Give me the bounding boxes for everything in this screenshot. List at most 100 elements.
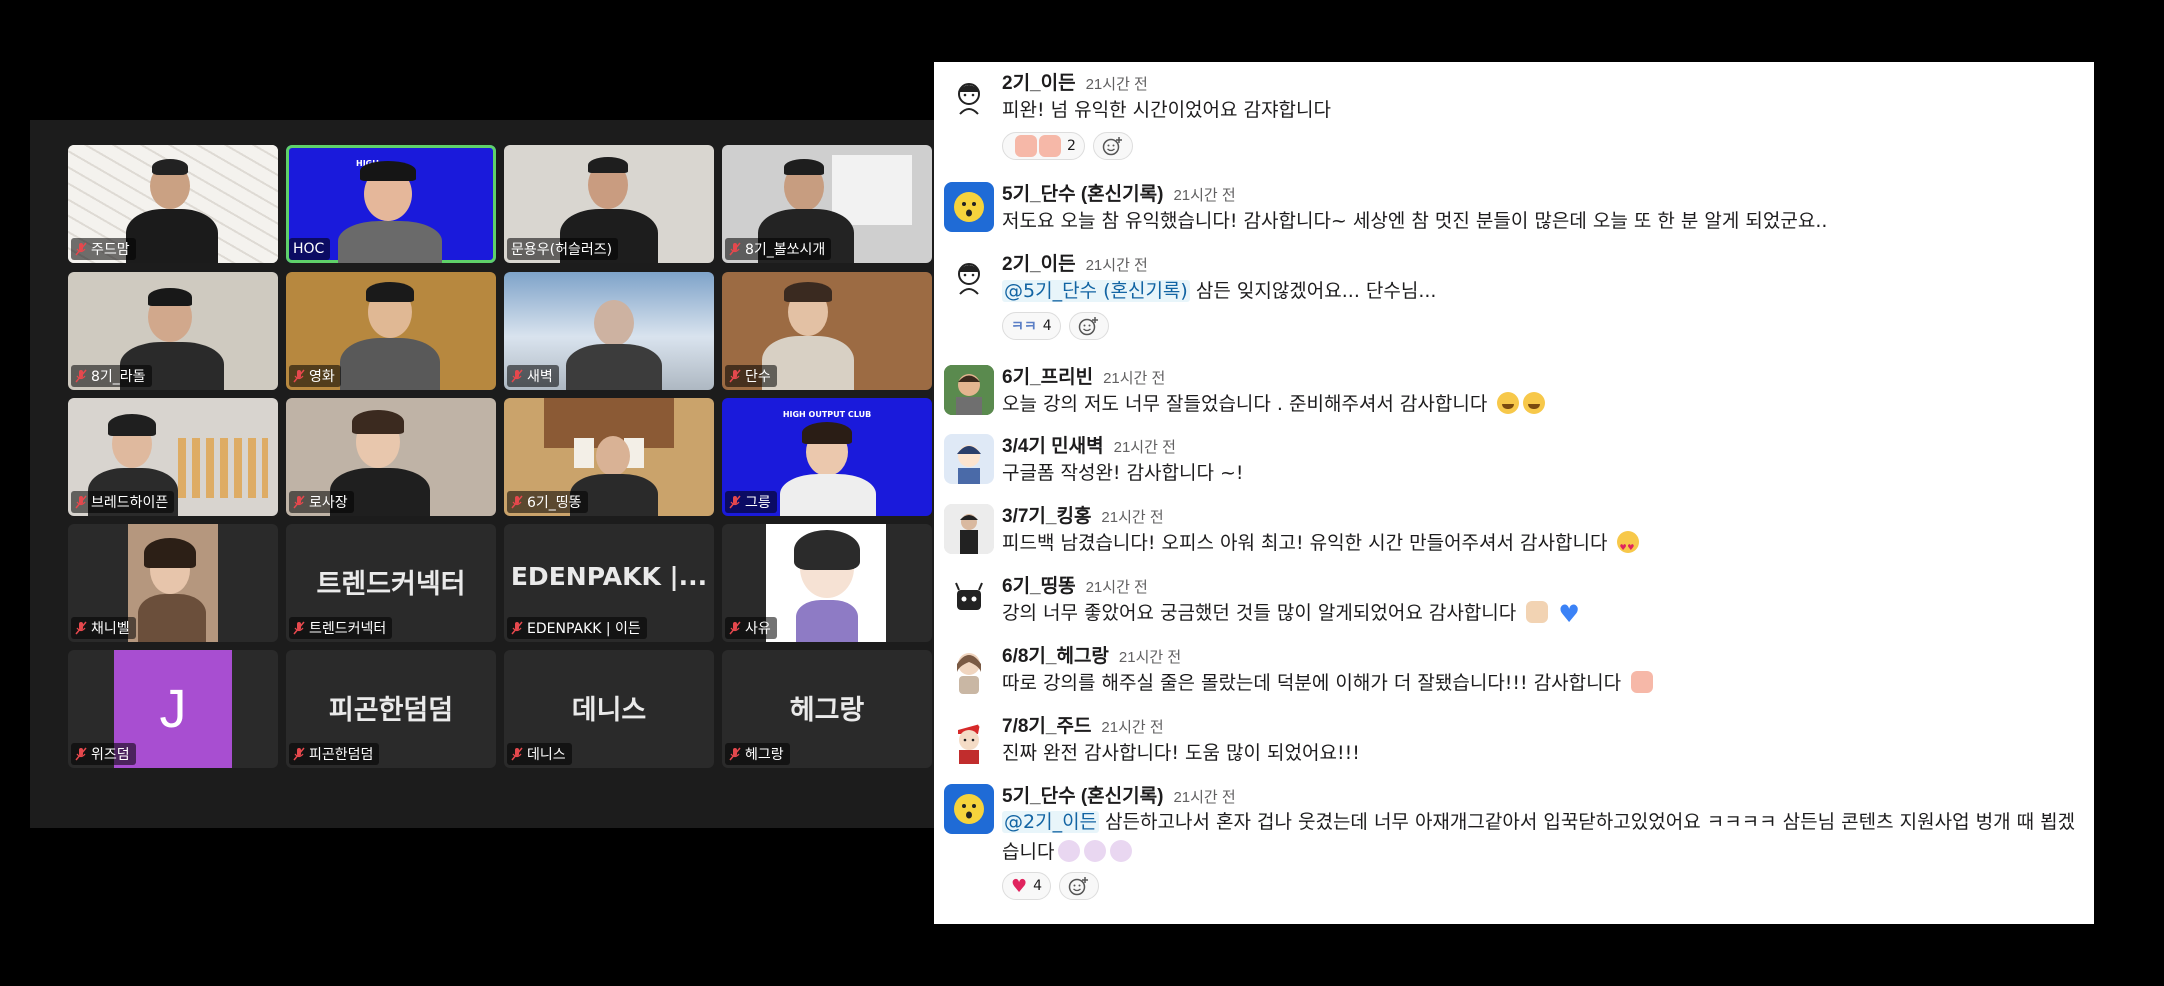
participant-name: 사유 bbox=[745, 621, 771, 637]
message-author[interactable]: 5기_단수 (혼신기록) bbox=[1002, 781, 1163, 808]
message-timestamp[interactable]: 21시간 전 bbox=[1173, 786, 1235, 807]
add-reaction-button[interactable] bbox=[1068, 312, 1109, 340]
add-reaction-button[interactable] bbox=[1092, 132, 1133, 160]
message-author[interactable]: 2기_이든 bbox=[1002, 249, 1076, 276]
message-author[interactable]: 2기_이든 bbox=[1002, 68, 1076, 95]
mic-muted-icon bbox=[75, 242, 87, 256]
message-timestamp[interactable]: 21시간 전 bbox=[1114, 436, 1176, 457]
message-author[interactable]: 6/8기_헤그랑 bbox=[1002, 641, 1109, 668]
participant-nameplate: 로사장 bbox=[289, 491, 354, 513]
user-avatar[interactable] bbox=[944, 72, 994, 122]
message-timestamp[interactable]: 21시간 전 bbox=[1173, 184, 1235, 205]
message-author[interactable]: 3/4기 민새벽 bbox=[1002, 431, 1104, 458]
woman-emoji-icon bbox=[1110, 840, 1133, 862]
video-tile[interactable]: 새벽 bbox=[504, 272, 714, 390]
user-avatar[interactable] bbox=[944, 434, 994, 484]
participant-nameplate: 영화 bbox=[289, 365, 341, 387]
add-reaction-button[interactable] bbox=[1059, 872, 1100, 900]
heart-eyes-emoji-icon bbox=[1617, 531, 1640, 563]
video-tile[interactable]: 브레드하이픈 bbox=[68, 398, 278, 516]
video-tile[interactable]: 영화 bbox=[286, 272, 496, 390]
message-author[interactable]: 5기_단수 (혼신기록) bbox=[1002, 179, 1163, 206]
participant-name: 위즈덤 bbox=[91, 747, 130, 763]
video-tile[interactable]: 단수 bbox=[722, 272, 932, 390]
participant-nameplate: 피곤한덤덤 bbox=[289, 743, 380, 765]
banner-text: HIGH OUTPUT CLUB bbox=[782, 410, 872, 419]
message-text: 저도요 오늘 참 유익했습니다! 감사합니다~ 세상엔 참 멋진 분들이 많은데… bbox=[1002, 210, 1828, 232]
user-avatar[interactable] bbox=[944, 784, 994, 834]
message-timestamp[interactable]: 21시간 전 bbox=[1101, 716, 1163, 737]
user-mention[interactable]: @2기_이든 bbox=[1002, 811, 1100, 833]
mic-muted-icon bbox=[511, 495, 523, 509]
video-tile[interactable]: 채니벨 bbox=[68, 524, 278, 642]
video-tile[interactable]: 문용우(허슬러즈) bbox=[504, 145, 714, 263]
mic-muted-icon bbox=[75, 621, 87, 635]
user-avatar[interactable] bbox=[944, 365, 994, 415]
mic-muted-icon bbox=[75, 369, 87, 383]
user-avatar[interactable] bbox=[944, 252, 994, 302]
participant-name: 그릉 bbox=[745, 495, 771, 511]
message-text: 구글폼 작성완! 감사합니다 ~! bbox=[1002, 462, 1244, 484]
participant-nameplate: 주드맘 bbox=[71, 238, 136, 260]
user-avatar[interactable] bbox=[944, 714, 994, 764]
reaction-pill[interactable]: ♥ 4 bbox=[1002, 872, 1052, 900]
participant-nameplate: 채니벨 bbox=[71, 617, 136, 639]
user-avatar[interactable] bbox=[944, 574, 994, 624]
mic-muted-icon bbox=[293, 747, 305, 761]
participant-display-name: 데니스 bbox=[571, 695, 647, 726]
message-timestamp[interactable]: 21시간 전 bbox=[1086, 576, 1148, 597]
message-author[interactable]: 3/7기_킹홍 bbox=[1002, 501, 1091, 528]
video-tile-active-speaker[interactable]: HIGH HOC bbox=[286, 145, 496, 263]
user-mention[interactable]: @5기_단수 (혼신기록) bbox=[1002, 280, 1190, 302]
video-tile[interactable]: HIGH OUTPUT CLUB 그릉 bbox=[722, 398, 932, 516]
reaction-pill[interactable]: 2 bbox=[1002, 132, 1085, 160]
message-author[interactable]: 6기_프리빈 bbox=[1002, 362, 1093, 389]
add-emoji-icon bbox=[1068, 877, 1089, 896]
video-tile-camera-off[interactable]: EDENPAKK |... EDENPAKK | 이든 bbox=[504, 524, 714, 642]
participant-display-name: 트렌드커넥터 bbox=[316, 569, 466, 600]
participant-display-name: 헤그랑 bbox=[789, 695, 865, 726]
thumbs-up-emoji-icon bbox=[1526, 601, 1549, 623]
message-header: 3/7기_킹홍 21시간 전 bbox=[1002, 501, 1164, 528]
user-avatar[interactable] bbox=[944, 644, 994, 694]
user-avatar[interactable] bbox=[944, 504, 994, 554]
participant-name: 피곤한덤덤 bbox=[309, 747, 374, 763]
user-avatar[interactable] bbox=[944, 182, 994, 232]
mic-muted-icon bbox=[729, 495, 741, 509]
mic-muted-icon bbox=[729, 369, 741, 383]
video-tile[interactable]: 8기_라돌 bbox=[68, 272, 278, 390]
message-author[interactable]: 7/8기_주드 bbox=[1002, 711, 1091, 738]
participant-nameplate: 새벽 bbox=[507, 365, 559, 387]
message-timestamp[interactable]: 21시간 전 bbox=[1086, 254, 1148, 275]
video-tile[interactable]: 주드맘 bbox=[68, 145, 278, 263]
video-tile[interactable]: 로사장 bbox=[286, 398, 496, 516]
video-tile-camera-off[interactable]: 트렌드커넥터 트렌드커넥터 bbox=[286, 524, 496, 642]
reaction-pill[interactable]: ㅋㅋ 4 bbox=[1002, 312, 1061, 340]
message-timestamp[interactable]: 21시간 전 bbox=[1103, 367, 1165, 388]
participant-name: 단수 bbox=[745, 369, 771, 385]
mic-muted-icon bbox=[729, 621, 741, 635]
video-tile-camera-off[interactable]: J 위즈덤 bbox=[68, 650, 278, 768]
participant-name: 8기_라돌 bbox=[91, 369, 146, 385]
message-text: 진짜 완전 감사합니다! 도움 많이 되었어요!!! bbox=[1002, 742, 1360, 764]
message-timestamp[interactable]: 21시간 전 bbox=[1101, 506, 1163, 527]
video-tile-camera-off[interactable]: 피곤한덤덤 피곤한덤덤 bbox=[286, 650, 496, 768]
video-tile[interactable]: 6기_띵똥 bbox=[504, 398, 714, 516]
add-emoji-icon bbox=[1102, 137, 1122, 156]
message-author[interactable]: 6기_띵똥 bbox=[1002, 571, 1076, 598]
message-timestamp[interactable]: 21시간 전 bbox=[1119, 646, 1181, 667]
mic-muted-icon bbox=[511, 621, 523, 635]
message-text: 따로 강의를 해주실 줄은 몰랐는데 덕분에 이해가 더 잘됐습니다!!! 감사… bbox=[1002, 668, 2084, 698]
message-text: @2기_이든 삼든하고나서 혼자 겁나 웃겼는데 너무 아재개그같아서 입꾹닫하… bbox=[1002, 811, 2076, 863]
message-timestamp[interactable]: 21시간 전 bbox=[1086, 73, 1148, 94]
woman-emoji-icon bbox=[1058, 840, 1081, 862]
participant-name: 브레드하이픈 bbox=[91, 495, 169, 511]
video-tile[interactable]: 8기_볼쏘시개 bbox=[722, 145, 932, 263]
mic-muted-icon bbox=[511, 369, 523, 383]
participant-name: 8기_볼쏘시개 bbox=[745, 242, 826, 258]
video-tile[interactable]: 사유 bbox=[722, 524, 932, 642]
video-tile-camera-off[interactable]: 헤그랑 헤그랑 bbox=[722, 650, 932, 768]
message-header: 6기_띵똥 21시간 전 bbox=[1002, 571, 1148, 598]
reaction-bar: 2 bbox=[1002, 132, 1133, 160]
video-tile-camera-off[interactable]: 데니스 데니스 bbox=[504, 650, 714, 768]
